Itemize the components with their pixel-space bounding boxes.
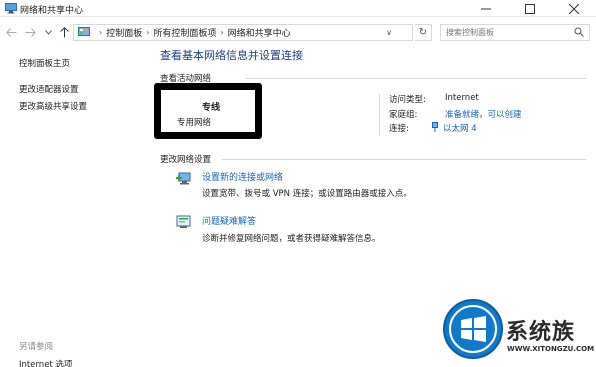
recent-locations-button[interactable] — [41, 25, 55, 39]
troubleshoot-icon — [176, 215, 191, 228]
troubleshoot-desc: 诊断并修复网络问题，或者获得疑难解答信息。 — [202, 234, 381, 244]
window-title: 网络和共享中心 — [20, 6, 84, 16]
setup-connection-link[interactable]: 设置新的连接或网络 — [202, 170, 283, 183]
back-button[interactable] — [4, 25, 18, 39]
sidebar-item-internet-options[interactable]: Internet 选项 — [19, 358, 72, 367]
sidebar-item-home[interactable]: 控制面板主页 — [19, 57, 70, 69]
network-center-icon — [5, 3, 17, 14]
address-dropdown-icon[interactable]: ∨ — [386, 28, 392, 37]
address-bar[interactable]: › 控制面板 › 所有控制面板项 › 网络和共享中心 ∨ — [73, 24, 413, 41]
troubleshoot-link[interactable]: 问题疑难解答 — [202, 214, 256, 227]
sidebar: 控制面板主页 更改适配器设置 更改高级共享设置 另请参阅 Internet 选项 — [0, 42, 148, 367]
ethernet-icon — [432, 122, 438, 132]
breadcrumb-separator: › — [146, 28, 150, 37]
new-connection-icon — [176, 172, 191, 185]
sidebar-item-adapter-settings[interactable]: 更改适配器设置 — [19, 83, 79, 95]
close-button[interactable] — [552, 0, 596, 17]
minimize-icon — [481, 8, 491, 9]
windows-logo-icon — [443, 299, 503, 359]
forward-button[interactable] — [23, 25, 37, 39]
network-name: 专线 — [202, 103, 221, 113]
breadcrumb-all-items[interactable]: 所有控制面板项 — [153, 26, 216, 39]
watermark-brand: 系统族 — [506, 320, 576, 345]
up-arrow-icon — [59, 26, 69, 37]
forward-arrow-icon — [25, 27, 36, 37]
up-button[interactable] — [57, 25, 71, 39]
minimize-button[interactable] — [464, 0, 508, 17]
connection-link[interactable]: 以太网 4 — [432, 122, 477, 134]
setup-connection-desc: 设置宽带、拨号或 VPN 连接；或设置路由器或接入点。 — [202, 189, 412, 199]
see-also-title: 另请参阅 — [19, 342, 54, 352]
chevron-down-icon — [44, 29, 52, 35]
search-input[interactable] — [441, 25, 571, 40]
watermark-url: WWW.XITONGZU.COM — [507, 345, 595, 353]
access-type-value: Internet — [445, 93, 479, 103]
sidebar-item-advanced-sharing[interactable]: 更改高级共享设置 — [19, 100, 87, 112]
breadcrumb-separator: › — [220, 28, 224, 37]
navigation-bar: › 控制面板 › 所有控制面板项 › 网络和共享中心 ∨ ↻ — [0, 22, 596, 42]
search-box[interactable] — [440, 24, 590, 41]
access-type-label: 访问类型: — [389, 95, 426, 105]
change-settings-label: 更改网络设置 — [160, 155, 212, 165]
refresh-button[interactable]: ↻ — [415, 24, 432, 41]
homegroup-link[interactable]: 准备就绪，可以创建 — [445, 108, 522, 120]
page-title: 查看基本网络信息并设置连接 — [160, 49, 303, 62]
watermark: 系统族 WWW.XITONGZU.COM — [440, 296, 596, 367]
details-divider — [379, 94, 380, 136]
connection-label: 连接: — [389, 124, 409, 134]
network-type: 专用网络 — [177, 118, 212, 128]
section-divider — [222, 159, 586, 160]
search-icon — [574, 27, 584, 37]
back-arrow-icon — [5, 27, 16, 37]
refresh-icon: ↻ — [418, 27, 428, 38]
breadcrumb-control-panel[interactable]: 控制面板 — [106, 26, 142, 39]
homegroup-label: 家庭组: — [389, 110, 418, 120]
control-panel-icon — [78, 27, 90, 36]
breadcrumb-network-center[interactable]: 网络和共享中心 — [228, 26, 291, 39]
connection-name: 以太网 4 — [443, 124, 477, 134]
close-icon — [569, 3, 579, 14]
breadcrumb-separator: › — [99, 28, 103, 37]
title-bar: 网络和共享中心 — [0, 0, 596, 17]
section-divider — [246, 78, 586, 79]
maximize-icon — [525, 3, 535, 14]
maximize-button[interactable] — [508, 0, 552, 17]
